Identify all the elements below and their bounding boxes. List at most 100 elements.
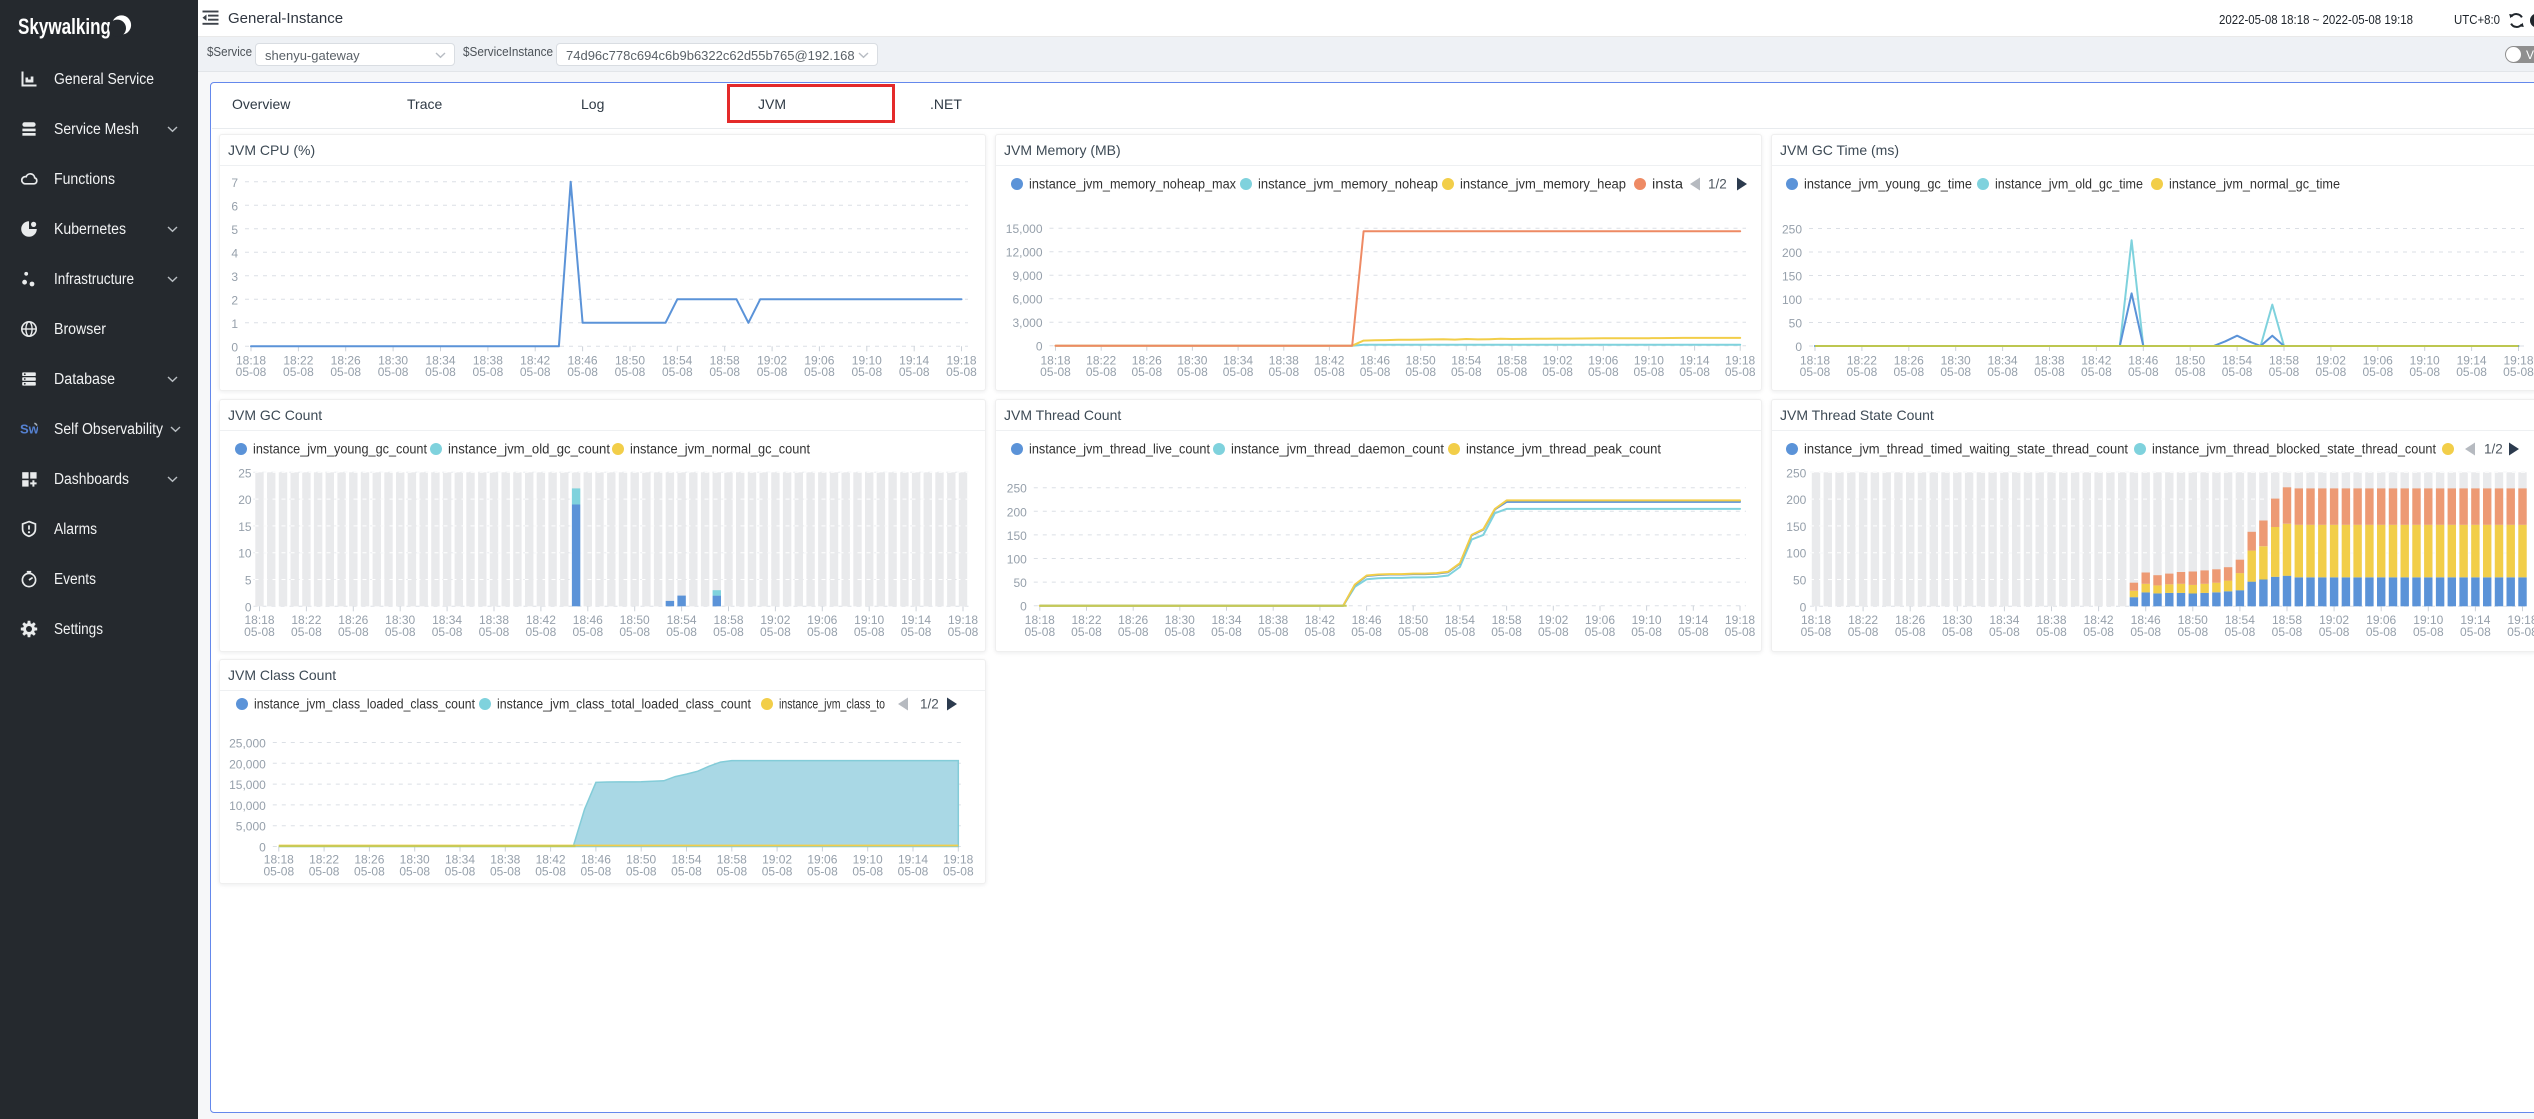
svg-text:10: 10 xyxy=(238,547,252,561)
svg-text:05-08: 05-08 xyxy=(757,365,788,379)
svg-text:05-08: 05-08 xyxy=(851,365,882,379)
svg-text:05-08: 05-08 xyxy=(1071,625,1102,639)
svg-text:1/2: 1/2 xyxy=(2484,442,2503,457)
svg-text:05-08: 05-08 xyxy=(1451,365,1482,379)
svg-text:05-08: 05-08 xyxy=(898,864,929,878)
svg-text:05-08: 05-08 xyxy=(2413,625,2444,639)
svg-text:05-08: 05-08 xyxy=(1679,365,1710,379)
svg-text:05-08: 05-08 xyxy=(1847,365,1878,379)
svg-text:0: 0 xyxy=(231,340,238,354)
svg-text:05-08: 05-08 xyxy=(852,864,883,878)
svg-text:15,000: 15,000 xyxy=(1006,222,1043,236)
svg-text:05-08: 05-08 xyxy=(2128,365,2159,379)
svg-text:150: 150 xyxy=(1007,529,1027,543)
svg-text:Infrastructure: Infrastructure xyxy=(54,271,134,288)
svg-text:05-08: 05-08 xyxy=(425,365,456,379)
svg-text:$Service: $Service xyxy=(207,44,252,59)
svg-text:05-08: 05-08 xyxy=(1800,365,1831,379)
svg-text:05-08: 05-08 xyxy=(2366,625,2397,639)
svg-text:05-08: 05-08 xyxy=(432,625,463,639)
svg-text:05-08: 05-08 xyxy=(2316,365,2347,379)
svg-text:0: 0 xyxy=(1020,600,1027,614)
svg-text:05-08: 05-08 xyxy=(1211,625,1242,639)
svg-text:1: 1 xyxy=(231,317,238,331)
svg-text:05-08: 05-08 xyxy=(1725,625,1756,639)
svg-text:$ServiceInstance: $ServiceInstance xyxy=(463,44,553,59)
svg-text:7: 7 xyxy=(231,176,238,190)
svg-text:2: 2 xyxy=(231,293,238,307)
svg-text:instance_jvm_normal_gc_time: instance_jvm_normal_gc_time xyxy=(2169,177,2340,192)
svg-text:200: 200 xyxy=(1007,505,1027,519)
svg-text:05-08: 05-08 xyxy=(236,365,267,379)
svg-text:3,000: 3,000 xyxy=(1012,316,1042,330)
svg-text:Functions: Functions xyxy=(54,171,115,188)
svg-text:250: 250 xyxy=(1782,223,1802,237)
svg-text:05-08: 05-08 xyxy=(572,625,603,639)
svg-text:05-08: 05-08 xyxy=(1893,365,1924,379)
svg-text:05-08: 05-08 xyxy=(1351,625,1382,639)
svg-text:05-08: 05-08 xyxy=(535,864,566,878)
svg-text:instance_jvm_thread_timed_wait: instance_jvm_thread_timed_waiting_state_… xyxy=(1804,442,2128,457)
svg-text:05-08: 05-08 xyxy=(1989,625,2020,639)
svg-text:Database: Database xyxy=(54,371,115,388)
svg-text:3: 3 xyxy=(231,270,238,284)
svg-text:20: 20 xyxy=(238,493,252,507)
svg-text:05-08: 05-08 xyxy=(2081,365,2112,379)
svg-text:instance_jvm_thread_live_count: instance_jvm_thread_live_count xyxy=(1029,442,1210,457)
svg-text:05-08: 05-08 xyxy=(854,625,885,639)
svg-text:05-08: 05-08 xyxy=(948,625,979,639)
svg-text:05-08: 05-08 xyxy=(244,625,275,639)
svg-text:JVM Thread State Count: JVM Thread State Count xyxy=(1780,407,1934,423)
svg-text:05-08: 05-08 xyxy=(1164,625,1195,639)
svg-text:instance_jvm_old_gc_time: instance_jvm_old_gc_time xyxy=(1995,177,2143,192)
svg-text:05-08: 05-08 xyxy=(615,365,646,379)
svg-text:instance_jvm_thread_blocked_st: instance_jvm_thread_blocked_state_thread… xyxy=(2152,442,2436,457)
svg-text:Skywalking: Skywalking xyxy=(18,14,111,39)
svg-text:100: 100 xyxy=(1786,547,1806,561)
svg-text:250: 250 xyxy=(1007,482,1027,496)
svg-text:0: 0 xyxy=(1795,340,1802,354)
svg-text:05-08: 05-08 xyxy=(581,864,612,878)
svg-text:05-08: 05-08 xyxy=(899,365,930,379)
svg-text:50: 50 xyxy=(1013,576,1027,590)
svg-text:6: 6 xyxy=(231,199,238,213)
svg-text:05-08: 05-08 xyxy=(2503,365,2534,379)
svg-text:instance_jvm_memory_noheap: instance_jvm_memory_noheap xyxy=(1258,177,1438,192)
svg-text:instance_jvm_old_gc_count: instance_jvm_old_gc_count xyxy=(448,442,610,457)
svg-text:JVM GC Count: JVM GC Count xyxy=(228,407,322,423)
svg-text:50: 50 xyxy=(1789,317,1803,331)
svg-text:Browser: Browser xyxy=(54,321,106,338)
svg-text:JVM GC Time (ms): JVM GC Time (ms) xyxy=(1780,142,1899,158)
svg-text:6,000: 6,000 xyxy=(1012,293,1042,307)
svg-text:instance_jvm_memory_heap: instance_jvm_memory_heap xyxy=(1460,177,1626,192)
svg-text:05-08: 05-08 xyxy=(291,625,322,639)
svg-text:instance_jvm_thread_daemon_cou: instance_jvm_thread_daemon_count xyxy=(1231,442,1444,457)
svg-text:05-08: 05-08 xyxy=(2036,625,2067,639)
svg-text:05-08: 05-08 xyxy=(2177,625,2208,639)
svg-text:150: 150 xyxy=(1782,270,1802,284)
svg-text:05-08: 05-08 xyxy=(1940,365,1971,379)
svg-text:25: 25 xyxy=(238,466,252,480)
svg-text:05-08: 05-08 xyxy=(1588,365,1619,379)
svg-text:05-08: 05-08 xyxy=(1491,625,1522,639)
svg-text:05-08: 05-08 xyxy=(473,365,504,379)
svg-text:05-08: 05-08 xyxy=(1678,625,1709,639)
svg-text:05-08: 05-08 xyxy=(1585,625,1616,639)
svg-text:05-08: 05-08 xyxy=(2362,365,2393,379)
svg-text:Kubernetes: Kubernetes xyxy=(54,221,126,238)
svg-text:05-08: 05-08 xyxy=(354,864,385,878)
svg-text:05-08: 05-08 xyxy=(716,864,747,878)
svg-text:05-08: 05-08 xyxy=(1305,625,1336,639)
svg-text:05-08: 05-08 xyxy=(1024,625,1055,639)
svg-text:05-08: 05-08 xyxy=(445,864,476,878)
svg-text:0: 0 xyxy=(1800,600,1807,614)
svg-text:05-08: 05-08 xyxy=(263,864,294,878)
svg-text:05-08: 05-08 xyxy=(1542,365,1573,379)
svg-text:05-08: 05-08 xyxy=(946,365,977,379)
svg-text:05-08: 05-08 xyxy=(399,864,430,878)
svg-text:05-08: 05-08 xyxy=(807,625,838,639)
svg-text:05-08: 05-08 xyxy=(1223,365,1254,379)
svg-text:05-08: 05-08 xyxy=(1895,625,1926,639)
svg-text:instance_jvm_memory_noheap_max: instance_jvm_memory_noheap_max xyxy=(1029,177,1236,192)
svg-text:05-08: 05-08 xyxy=(666,625,697,639)
